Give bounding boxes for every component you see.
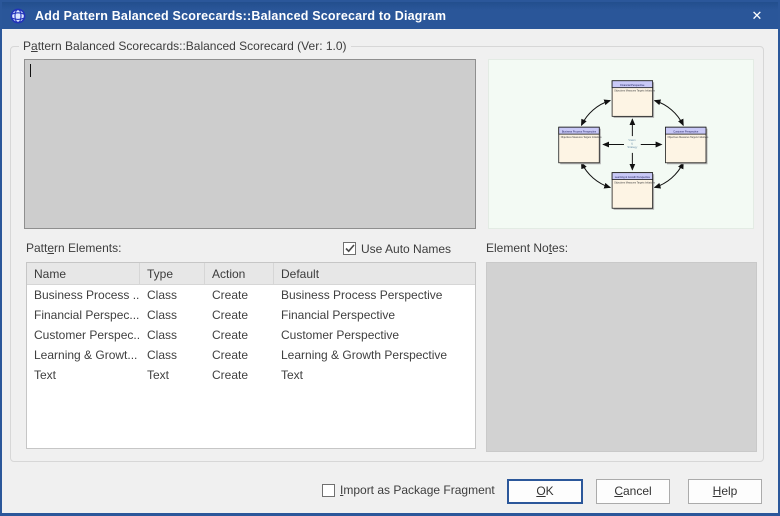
pattern-description-input[interactable]: [24, 59, 476, 229]
cancel-button[interactable]: Cancel: [596, 479, 670, 504]
cell-type: Class: [140, 325, 205, 345]
class-box-business-process: Business Process Perspective Objectives …: [559, 127, 603, 164]
cell-name: Learning & Growt...: [27, 345, 140, 365]
cell-default: Text: [274, 365, 475, 385]
text-caret: [30, 64, 31, 77]
table-row[interactable]: Customer Perspec... Class Create Custome…: [27, 325, 475, 345]
pattern-elements-label: Pattern Elements:: [26, 241, 121, 255]
use-auto-names-checkbox[interactable]: [343, 242, 356, 255]
table-row[interactable]: Business Process ... Class Create Busine…: [27, 285, 475, 305]
use-auto-names-label[interactable]: Use Auto Names: [361, 242, 451, 256]
cell-type: Class: [140, 345, 205, 365]
class-title: Financial Perspective: [620, 83, 645, 87]
cell-name: Financial Perspec...: [27, 305, 140, 325]
class-attributes: Objectives Measures Targets Initiatives: [614, 90, 656, 93]
cell-action: Create: [205, 345, 274, 365]
cell-name: Business Process ...: [27, 285, 140, 305]
table-row[interactable]: Financial Perspec... Class Create Financ…: [27, 305, 475, 325]
cell-action: Create: [205, 365, 274, 385]
table-header-row: Name Type Action Default: [27, 263, 475, 285]
column-header-type[interactable]: Type: [140, 263, 205, 284]
cell-action: Create: [205, 305, 274, 325]
window-title: Add Pattern Balanced Scorecards::Balance…: [35, 9, 446, 23]
cell-default: Financial Perspective: [274, 305, 475, 325]
column-header-action[interactable]: Action: [205, 263, 274, 284]
center-vision-label: Vision & Strategy: [627, 138, 638, 149]
ok-button[interactable]: OK: [507, 479, 583, 504]
close-icon[interactable]: ✕: [744, 2, 770, 29]
import-package-fragment-label[interactable]: Import as Package Fragment: [340, 483, 495, 497]
table-row[interactable]: Text Text Create Text: [27, 365, 475, 385]
cell-type: Class: [140, 305, 205, 325]
class-attributes: Objectives Measures Targets Initiatives: [667, 136, 709, 139]
groupbox-label: Pattern Balanced Scorecards::Balanced Sc…: [19, 39, 351, 53]
table-row[interactable]: Learning & Growt... Class Create Learnin…: [27, 345, 475, 365]
cell-default: Customer Perspective: [274, 325, 475, 345]
cell-action: Create: [205, 325, 274, 345]
add-pattern-dialog: Add Pattern Balanced Scorecards::Balance…: [0, 0, 780, 516]
checkmark-icon: [345, 244, 355, 253]
class-attributes: Objectives Measures Targets Initiatives: [614, 182, 656, 185]
pattern-preview-panel: Financial Perspective Objectives Measure…: [488, 59, 754, 229]
column-header-name[interactable]: Name: [27, 263, 140, 284]
pattern-elements-table[interactable]: Name Type Action Default Business Proces…: [26, 262, 476, 449]
class-box-financial: Financial Perspective Objectives Measure…: [612, 81, 656, 118]
class-title: Learning & Growth Perspective: [615, 175, 651, 179]
app-globe-icon: [10, 8, 26, 24]
help-button[interactable]: Help: [688, 479, 762, 504]
cell-name: Customer Perspec...: [27, 325, 140, 345]
cell-default: Learning & Growth Perspective: [274, 345, 475, 365]
class-attributes: Objectives Measures Targets Initiatives: [561, 136, 603, 139]
cell-name: Text: [27, 365, 140, 385]
cell-action: Create: [205, 285, 274, 305]
class-title: Customer Perspective: [673, 129, 699, 133]
import-package-fragment-checkbox[interactable]: [322, 484, 335, 497]
balanced-scorecard-diagram: Financial Perspective Objectives Measure…: [489, 60, 753, 228]
class-box-customer: Customer Perspective Objectives Measures…: [665, 127, 709, 164]
class-box-learning-growth: Learning & Growth Perspective Objectives…: [612, 173, 656, 210]
element-notes-label: Element Notes:: [486, 241, 568, 255]
column-header-default[interactable]: Default: [274, 263, 475, 284]
element-notes-box[interactable]: [486, 262, 757, 452]
titlebar[interactable]: Add Pattern Balanced Scorecards::Balance…: [2, 2, 778, 29]
cell-type: Text: [140, 365, 205, 385]
class-title: Business Process Perspective: [562, 129, 597, 133]
cell-type: Class: [140, 285, 205, 305]
cell-default: Business Process Perspective: [274, 285, 475, 305]
